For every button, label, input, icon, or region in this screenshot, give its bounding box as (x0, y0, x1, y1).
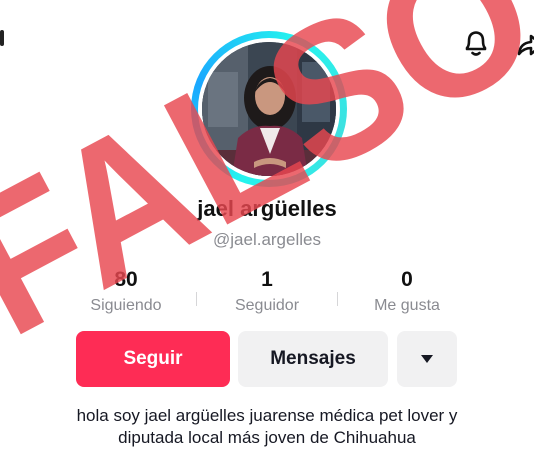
stat-divider (196, 292, 197, 306)
avatar-ring (191, 31, 347, 187)
share-icon[interactable] (516, 30, 534, 60)
followers-count: 1 (261, 268, 273, 291)
followers-label: Seguidor (234, 297, 300, 314)
follow-button[interactable]: Seguir (76, 331, 230, 387)
likes-count: 0 (401, 268, 413, 291)
stat-following[interactable]: 80 Siguiendo (71, 268, 181, 315)
caret-down-icon (421, 355, 433, 363)
message-button[interactable]: Mensajes (238, 331, 388, 387)
more-options-button[interactable] (397, 331, 457, 387)
bio-line-2: diputada local más joven de Chihuahua (118, 428, 416, 447)
display-name: jael argüelles (197, 196, 337, 221)
bio: hola soy jael argüelles juarense médica … (0, 405, 534, 449)
left-edge-icon-fragment (0, 30, 4, 46)
stat-followers[interactable]: 1 Seguidor (212, 268, 322, 315)
following-label: Siguiendo (90, 297, 162, 314)
following-count: 80 (114, 268, 138, 291)
likes-label: Me gusta (374, 297, 440, 314)
avatar[interactable] (202, 42, 336, 176)
stat-likes: 0 Me gusta (352, 268, 462, 315)
username: @jael.argelles (213, 230, 321, 249)
bio-line-1: hola soy jael argüelles juarense médica … (76, 406, 458, 425)
stat-divider (337, 292, 338, 306)
bell-icon[interactable] (462, 28, 490, 58)
